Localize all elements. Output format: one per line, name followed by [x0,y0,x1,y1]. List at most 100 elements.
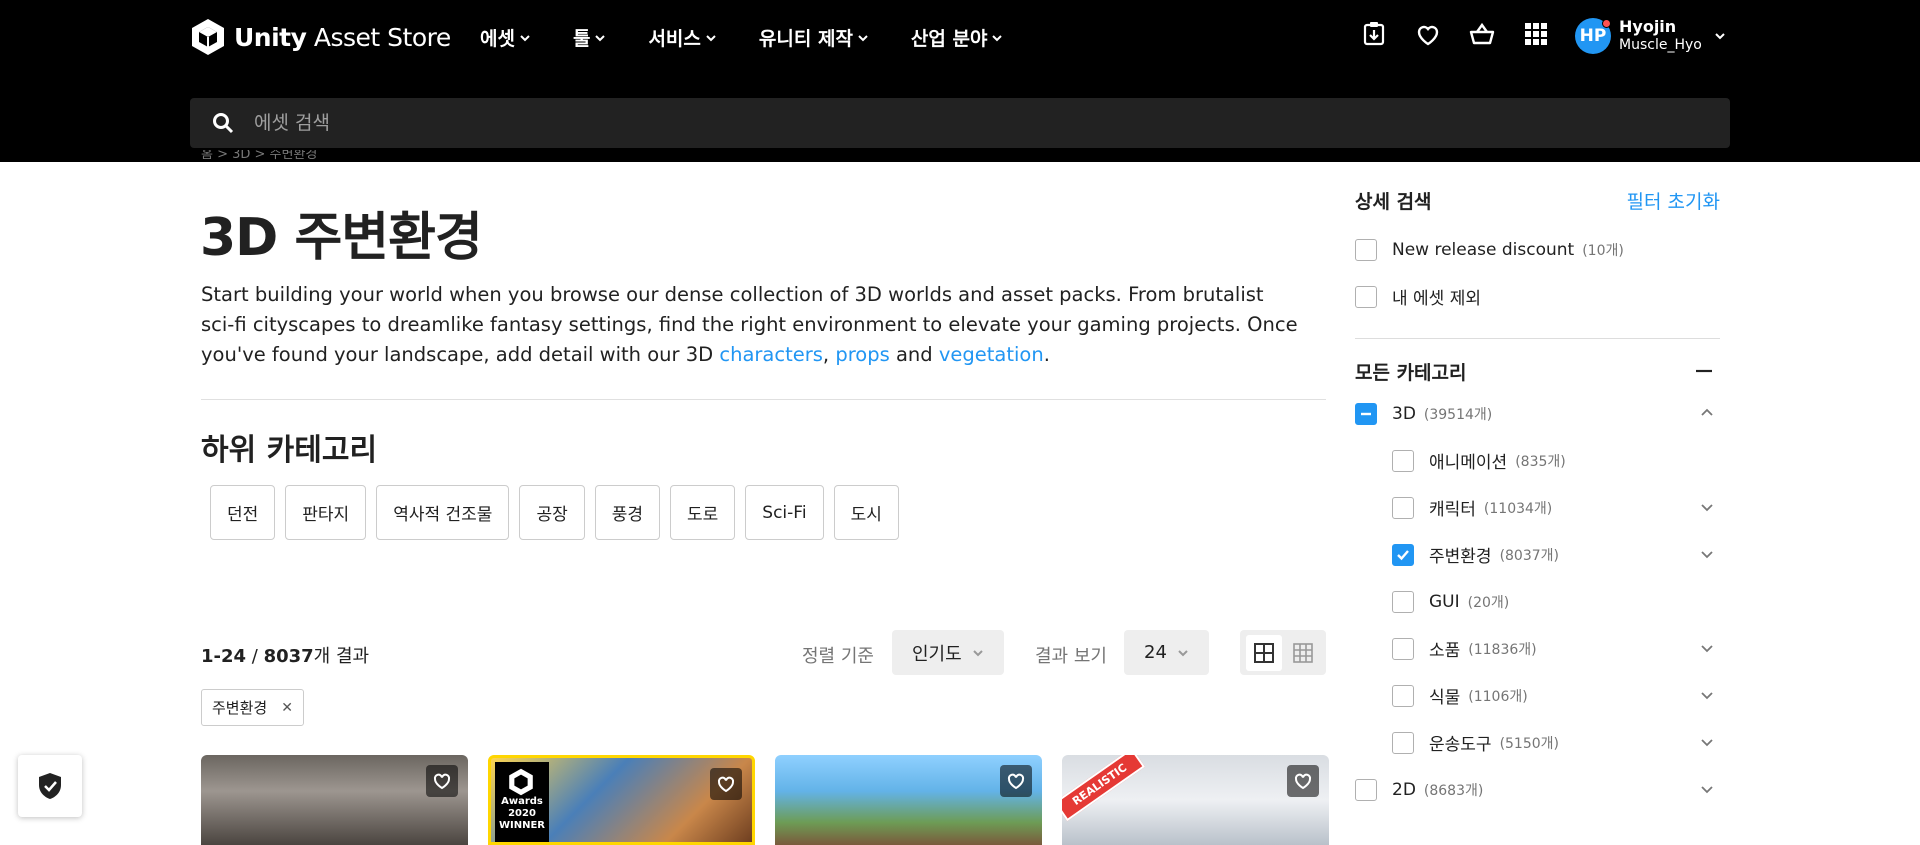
checkbox[interactable] [1392,684,1414,707]
nav-industries[interactable]: 산업 분야 [911,24,1004,51]
category-vegetation[interactable]: 식물 (1106개) [1355,672,1720,719]
user-menu[interactable]: HP Hyojin Muscle_Hyo [1575,17,1726,55]
checkbox[interactable] [1392,637,1414,660]
chevron-down-icon[interactable] [1700,500,1714,514]
close-icon[interactable]: ✕ [281,700,293,716]
category-label: 소품 [1429,641,1461,661]
heart-icon[interactable] [1414,20,1442,48]
category-animation[interactable]: 애니메이션 (835개) [1355,437,1720,484]
chevron-up-icon[interactable] [1700,406,1714,420]
category-count: (11836개) [1468,641,1537,658]
checkbox[interactable] [1355,778,1377,801]
subcategory-chip[interactable]: Sci-Fi [745,485,824,540]
reset-filters-link[interactable]: 필터 초기화 [1627,187,1720,214]
checkbox-partial[interactable] [1355,402,1377,425]
chevron-down-icon[interactable] [1700,641,1714,655]
subcategory-chip[interactable]: 역사적 건조물 [376,485,510,540]
divider [1355,338,1720,339]
heart-icon [1294,773,1312,790]
category-label: 캐릭터 [1429,500,1476,520]
search-input[interactable] [254,112,1654,134]
filter-label: 내 에셋 제외 [1392,289,1482,309]
asset-card[interactable] [775,755,1042,845]
chevron-down-icon [858,34,868,41]
subcategory-chip[interactable]: 공장 [519,485,585,540]
category-environments[interactable]: 주변환경 (8037개) [1355,531,1720,578]
favorite-button[interactable] [426,765,458,797]
chevron-down-icon[interactable] [1700,547,1714,561]
category-props[interactable]: 소품 (11836개) [1355,625,1720,672]
collapse-minus-icon[interactable] [1694,361,1714,381]
category-count: (835개) [1515,453,1566,470]
view-count-dropdown[interactable]: 24 [1124,630,1209,675]
category-vehicles[interactable]: 운송도구 (5150개) [1355,719,1720,766]
sort-label: 정렬 기준 [802,646,874,667]
user-username: Muscle_Hyo [1619,37,1702,53]
category-count: (1106개) [1468,688,1528,705]
category-label: 2D [1392,779,1416,800]
link-characters[interactable]: characters [719,343,823,366]
chevron-down-icon[interactable] [1700,782,1714,796]
category-characters[interactable]: 캐릭터 (11034개) [1355,484,1720,531]
subcategory-chip[interactable]: 판타지 [285,485,367,540]
category-count: (20개) [1467,594,1510,611]
checkbox[interactable] [1392,590,1414,613]
category-2d[interactable]: 2D (8683개) [1355,766,1720,813]
view-count-value: 24 [1144,642,1167,663]
view-count-label: 결과 보기 [1035,646,1107,667]
favorite-button[interactable] [1000,765,1032,797]
grid-small-button[interactable] [1285,635,1321,671]
heart-icon [717,776,735,793]
subcategory-chip[interactable]: 던전 [210,485,276,540]
checkbox[interactable] [1392,449,1414,472]
nav-label: 에셋 [480,28,515,50]
link-props[interactable]: props [835,343,889,366]
nav-made-with-unity[interactable]: 유니티 제작 [759,24,869,51]
category-description: Start building your world when you brows… [201,280,1301,370]
basket-icon[interactable] [1468,20,1496,48]
nav-tools[interactable]: 툴 [573,24,606,51]
results-count: 1-24 / 8037개 결과 [201,642,369,668]
category-gui[interactable]: GUI (20개) [1355,578,1720,625]
chevron-down-icon[interactable] [1700,735,1714,749]
nav-services[interactable]: 서비스 [648,24,716,51]
subcategory-chip[interactable]: 풍경 [594,485,661,540]
sort-dropdown[interactable]: 인기도 [892,630,1004,675]
link-vegetation[interactable]: vegetation [939,343,1044,366]
nav-assets[interactable]: 에셋 [480,24,531,51]
subcategory-chip[interactable]: 도로 [670,485,736,540]
checkbox[interactable] [1355,238,1377,261]
unity-cube-icon [192,19,224,55]
top-bar: Unity Asset Store 에셋 툴 서비스 유니티 제작 산업 분야 … [0,0,1920,162]
download-icon[interactable] [1360,20,1388,48]
category-label: 운송도구 [1429,735,1492,755]
asset-card[interactable]: REALISTIC [1062,755,1329,845]
favorite-button[interactable] [710,768,742,800]
checkbox-checked[interactable] [1392,543,1414,566]
filter-hide-owned[interactable]: 내 에셋 제외 [1355,273,1720,320]
asset-card[interactable] [201,755,468,845]
unity-logo[interactable]: Unity Asset Store [190,18,451,56]
filter-new-release[interactable]: New release discount (10개) [1355,226,1720,273]
filter-label: New release discount [1392,239,1575,260]
privacy-shield-button[interactable] [18,755,82,817]
shield-icon [39,773,61,799]
checkbox[interactable] [1392,731,1414,754]
results-suffix: 개 결과 [313,646,370,667]
categories-title: 모든 카테고리 [1355,361,1467,384]
asset-card[interactable]: Awards 2020 WINNER [488,755,755,845]
checkbox[interactable] [1355,285,1377,308]
subcategory-chips: 던전 판타지 역사적 건조물 공장 풍경 도로 Sci-Fi 도시 [210,485,899,540]
chevron-down-icon[interactable] [1700,688,1714,702]
checkbox[interactable] [1392,496,1414,519]
nav-label: 유니티 제작 [758,28,853,50]
nav-label: 산업 분야 [910,28,988,50]
subcategory-chip[interactable]: 도시 [833,485,899,540]
category-count: (8037개) [1499,547,1559,564]
favorite-button[interactable] [1287,765,1319,797]
grid-large-button[interactable] [1245,634,1282,671]
category-3d[interactable]: 3D (39514개) [1355,390,1720,437]
apps-grid-icon[interactable] [1522,20,1550,48]
chevron-down-icon [1178,649,1188,656]
breadcrumb[interactable]: 홈 > 3D > 주변환경 [201,150,317,162]
